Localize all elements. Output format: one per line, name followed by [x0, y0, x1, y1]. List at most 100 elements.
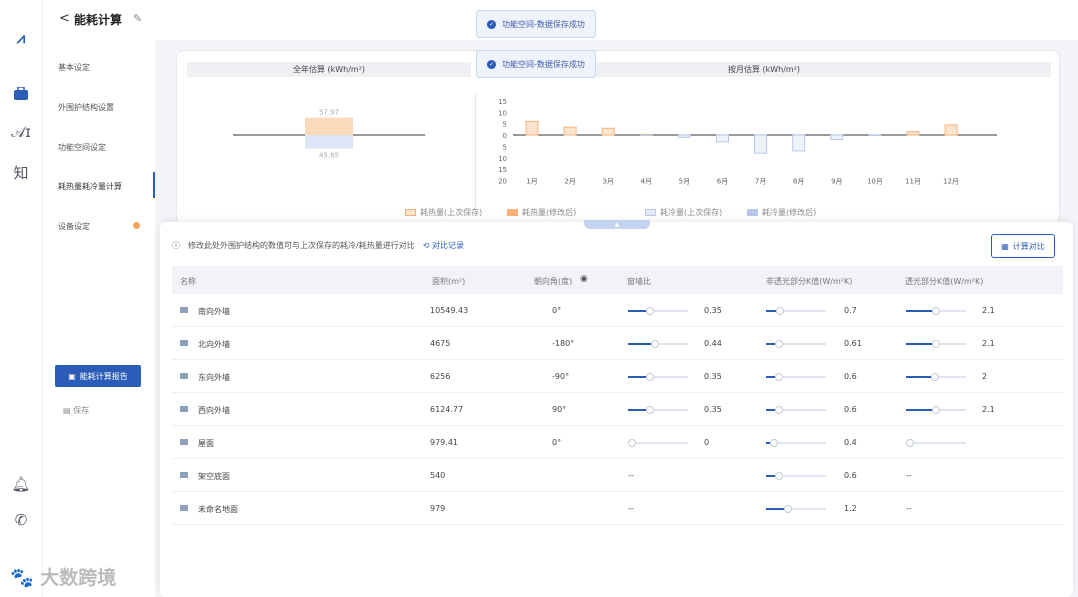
surface-icon	[180, 307, 188, 313]
row-k1: 0.4	[844, 438, 857, 447]
month-label: 9月	[831, 177, 842, 185]
k1-slider[interactable]	[766, 307, 826, 315]
slider-knob[interactable]	[775, 340, 783, 348]
heat-bar	[944, 124, 958, 136]
watermark: 🐾 大数跨境	[10, 567, 117, 589]
th-angle: 朝向角(度)	[534, 277, 573, 286]
ratio-slider[interactable]	[628, 340, 688, 348]
y-tick-label: 15	[498, 98, 507, 106]
slider-knob[interactable]	[906, 439, 914, 447]
slider-knob[interactable]	[775, 373, 783, 381]
row-k1: 0.6	[844, 372, 857, 381]
row-angle[interactable]: 90°	[552, 405, 566, 414]
k1-slider[interactable]	[766, 439, 826, 447]
info-text: 修改此处外围护结构的数值可与上次保存的耗冷/耗热量进行对比	[188, 241, 415, 250]
slider-knob[interactable]	[628, 439, 636, 447]
compass-icon[interactable]: ◉	[580, 274, 588, 284]
k2-slider[interactable]	[906, 439, 966, 447]
row-k1: 0.6	[844, 471, 857, 480]
month-label: 1月	[526, 177, 537, 185]
slider-knob[interactable]	[775, 406, 783, 414]
save-button[interactable]: ▤ 保存	[63, 405, 89, 416]
slider-knob[interactable]	[776, 307, 784, 315]
y-tick-label: 0	[503, 132, 507, 140]
slider-knob[interactable]	[784, 505, 792, 513]
divider	[475, 93, 476, 213]
monthly-chart: 15 10 5 0 5 10 15 20 1月 2月 3月 4月 5月 6月 7月 8月 9月 10月 11月 12月	[498, 98, 997, 185]
table-row: 屋面 979.41 0° 0 0.4	[172, 426, 1063, 459]
legend-heat-new: 耗热量(修改后)	[507, 207, 576, 218]
table-row: 西向外墙 6124.77 90° 0.35 0.6 2.1	[172, 393, 1063, 426]
slider-knob[interactable]	[932, 406, 940, 414]
k2-slider[interactable]	[906, 373, 966, 381]
row-area: 10549.43	[430, 306, 469, 315]
phone-icon[interactable]: ✆	[9, 508, 33, 532]
legend-cold-new: 耗冷量(修改后)	[747, 207, 816, 218]
compare-record-link[interactable]: ⟲ 对比记录	[423, 240, 464, 251]
menu-item-equipment[interactable]: 设备设定	[58, 221, 90, 232]
th-k2: 透光部分K值(W/m²K)	[905, 277, 984, 286]
row-angle[interactable]: -90°	[552, 372, 569, 381]
k1-slider[interactable]	[766, 472, 826, 480]
toast-text: 功能空间-数据保存成功	[502, 59, 585, 69]
briefcase-icon[interactable]	[9, 82, 33, 106]
slider-knob[interactable]	[931, 373, 939, 381]
k1-slider[interactable]	[766, 340, 826, 348]
menu-item-load-calc[interactable]: 耗热量耗冷量计算	[58, 181, 122, 192]
menu-item-basic[interactable]: 基本设定	[58, 62, 90, 73]
y-tick-label: 5	[503, 121, 507, 129]
report-button[interactable]: ▣ 能耗计算报告	[55, 365, 141, 387]
row-name: 东向外墙	[198, 373, 230, 382]
edit-icon[interactable]: ✎	[133, 12, 142, 25]
row-ratio: 0.35	[704, 405, 722, 414]
menu-item-space[interactable]: 功能空间设定	[58, 142, 106, 153]
month-label: 11月	[905, 177, 921, 185]
cold-bar	[716, 134, 729, 143]
annual-cold-bar	[305, 135, 353, 149]
surface-icon	[180, 472, 188, 478]
row-area: 6256	[430, 372, 451, 381]
row-name: 架空底面	[198, 472, 230, 481]
slider-knob[interactable]	[775, 472, 783, 480]
ai-icon[interactable]: 𝒜ɪ	[9, 120, 33, 144]
heat-bar	[563, 126, 577, 136]
table-row: 架空底面 540 -- 0.6 --	[172, 459, 1063, 492]
slider-knob[interactable]	[932, 340, 940, 348]
k1-slider[interactable]	[766, 505, 826, 513]
ratio-slider[interactable]	[628, 373, 688, 381]
row-angle[interactable]: 0°	[552, 306, 561, 315]
ratio-slider[interactable]	[628, 307, 688, 315]
k1-slider[interactable]	[766, 406, 826, 414]
row-area: 6124.77	[430, 405, 464, 414]
y-tick-label: 5	[503, 143, 507, 151]
report-icon: ▣	[68, 371, 76, 381]
row-name: 未命名地面	[198, 505, 238, 514]
slider-knob[interactable]	[932, 307, 940, 315]
bell-icon[interactable]: 🔔︎	[9, 472, 33, 496]
slider-knob[interactable]	[770, 439, 778, 447]
y-tick-label: 20	[498, 177, 507, 185]
ratio-slider[interactable]	[628, 439, 688, 447]
k2-slider[interactable]	[906, 307, 966, 315]
slider-knob[interactable]	[646, 307, 654, 315]
back-button[interactable]: <	[59, 11, 70, 26]
menu-item-envelope[interactable]: 外围护结构设置	[58, 102, 114, 113]
annual-title: 全年估算 (kWh/m²)	[187, 62, 471, 77]
slider-knob[interactable]	[646, 373, 654, 381]
k2-slider[interactable]	[906, 406, 966, 414]
row-angle[interactable]: 0°	[552, 438, 561, 447]
k2-slider[interactable]	[906, 340, 966, 348]
month-label: 12月	[943, 177, 959, 185]
knowledge-icon[interactable]: 知	[9, 160, 33, 184]
month-label: 6月	[717, 177, 728, 185]
row-name: 北向外墙	[198, 340, 230, 349]
row-angle[interactable]: -180°	[552, 339, 574, 348]
month-label: 4月	[641, 177, 652, 185]
k1-slider[interactable]	[766, 373, 826, 381]
slider-knob[interactable]	[646, 406, 654, 414]
calc-compare-button[interactable]: ▦ 计算对比	[991, 234, 1055, 258]
annual-cold-label: 45.65	[319, 152, 339, 160]
slider-knob[interactable]	[651, 340, 659, 348]
ratio-slider[interactable]	[628, 406, 688, 414]
collapse-handle[interactable]: ▲	[584, 220, 650, 229]
